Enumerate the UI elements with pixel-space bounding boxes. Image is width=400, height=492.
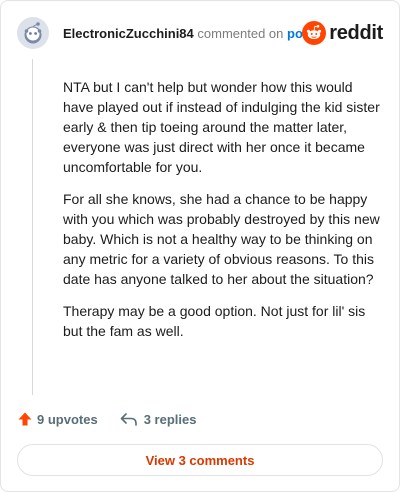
view-comments-button[interactable]: View 3 comments [17,444,383,476]
comment-paragraph: For all she knows, she had a chance to b… [63,191,380,287]
upvote-button[interactable]: 9 upvotes [17,411,98,427]
comment-paragraph: NTA but I can't help but wonder how this… [63,79,380,175]
action-text: commented on [197,26,284,41]
snoo-avatar-icon[interactable] [17,17,49,49]
view-comments-label: View 3 comments [145,452,255,468]
thread-line [32,59,33,395]
username[interactable]: ElectronicZucchini84 [63,26,194,41]
upvote-arrow-icon [18,412,32,426]
comment-body: NTA but I can't help but wonder how this… [63,77,381,353]
reply-arrow-icon [120,413,137,426]
reddit-logo[interactable]: reddit [302,21,383,45]
comment-card: ElectronicZucchini84 commented on post r… [0,0,400,492]
comment-paragraph: Therapy may be a good option. Not just f… [63,303,366,339]
comment-actions: 9 upvotes 3 replies [17,411,196,427]
replies-button[interactable]: 3 replies [120,411,197,427]
reddit-logo-icon [302,21,327,45]
upvote-count: 9 upvotes [37,411,98,427]
replies-count: 3 replies [143,411,197,427]
comment-header: ElectronicZucchini84 commented on post [63,26,314,42]
reddit-wordmark: reddit [329,22,383,44]
